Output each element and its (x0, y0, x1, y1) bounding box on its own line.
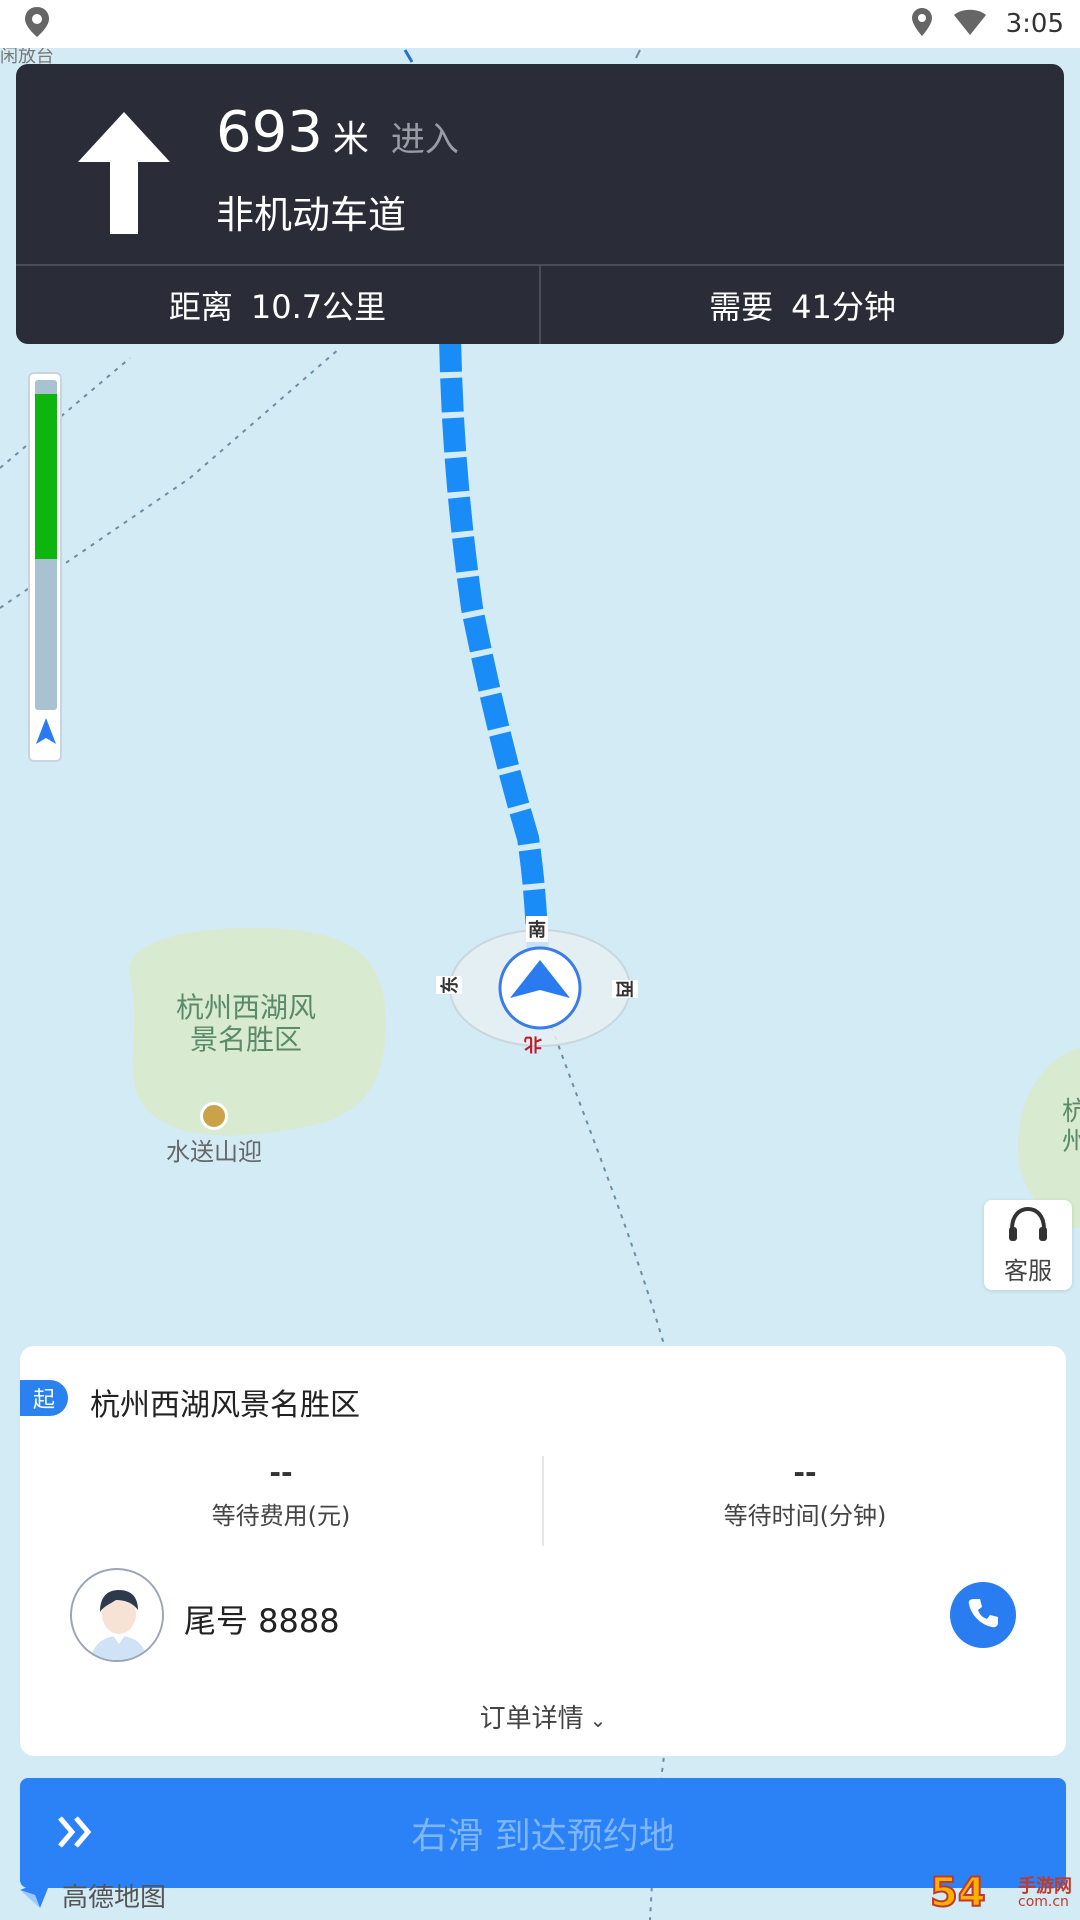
avatar (70, 1568, 164, 1662)
phone-icon (966, 1596, 1000, 1634)
compass-south-label: 北 (524, 1033, 542, 1054)
brand-name: 高德地图 (62, 1882, 167, 1913)
road-name: 非机动车道 (216, 193, 407, 237)
map-brand: 高德地图 (18, 1876, 166, 1914)
map-label-scenic-area: 杭州西湖风 景名胜区 (176, 991, 317, 1057)
map-label-edge-right: 杭 州 (1062, 1097, 1080, 1157)
location-icon (910, 6, 934, 42)
total-time: 需要 41分钟 (539, 266, 1064, 344)
customer-service-label: 客服 (1004, 1256, 1052, 1285)
wait-time-value: -- (793, 1456, 817, 1489)
wait-fee-value: -- (269, 1456, 293, 1489)
customer-service-button[interactable]: 客服 (984, 1200, 1072, 1290)
wait-time: -- 等待时间(分钟) (542, 1456, 1066, 1546)
start-location: 杭州西湖风景名胜区 (90, 1388, 360, 1423)
navigation-card: 693 米 进入 非机动车道 距离 10.7公里 需要 41分钟 (16, 64, 1064, 344)
order-card: 起 杭州西湖风景名胜区 -- 等待费用(元) -- 等待时间(分钟) 尾号 88… (20, 1346, 1066, 1756)
route-progress-bar (28, 372, 62, 762)
order-detail-toggle[interactable]: 订单详情 ⌄ (20, 1698, 1066, 1735)
start-tag: 起 (20, 1380, 68, 1416)
wait-fee-label: 等待费用(元) (211, 1502, 351, 1530)
trip-summary: 距离 10.7公里 需要 41分钟 (16, 264, 1064, 344)
plate-number: 尾号 8888 (184, 1602, 340, 1640)
total-distance-label: 距离 (168, 288, 233, 326)
total-time-value: 41分钟 (791, 288, 896, 326)
compass-east-label: 西 (612, 980, 638, 998)
arrow-up-icon (74, 108, 174, 238)
chevron-down-icon: ⌄ (589, 1708, 607, 1732)
compass-west-label: 东 (436, 976, 462, 994)
double-chevron-right-icon[interactable] (56, 1812, 96, 1852)
wait-time-label: 等待时间(分钟) (723, 1502, 887, 1530)
total-distance: 距离 10.7公里 (16, 266, 539, 344)
location-icon (22, 5, 52, 43)
route-progress-fill (35, 394, 57, 559)
slide-to-arrive-button[interactable]: 右滑 到达预约地 (20, 1778, 1066, 1888)
order-detail-label: 订单详情 (479, 1704, 584, 1734)
navigation-arrow-icon (34, 714, 58, 754)
status-bar: 3:05 (0, 0, 1080, 48)
distance-value: 693 (216, 100, 323, 165)
route-progress-track (35, 380, 57, 710)
watermark-digits: 54 (929, 1869, 987, 1917)
turn-action: 进入 (390, 120, 459, 160)
poi-icon (200, 1102, 228, 1130)
distance-unit: 米 (332, 119, 369, 160)
passenger-row: 尾号 8888 (20, 1558, 1066, 1668)
wait-info: -- 等待费用(元) -- 等待时间(分钟) (20, 1456, 1066, 1546)
total-time-label: 需要 (709, 288, 774, 326)
status-time: 3:05 (1005, 9, 1064, 39)
status-right: 3:05 (910, 6, 1064, 42)
total-distance-value: 10.7公里 (250, 288, 387, 326)
call-button[interactable] (950, 1582, 1016, 1648)
wait-fee: -- 等待费用(元) (20, 1456, 542, 1546)
wifi-icon (952, 7, 988, 41)
map-label-poi: 水送山迎 (166, 1138, 262, 1166)
compass-north-label: 南 (526, 916, 548, 942)
route-line (439, 337, 549, 979)
slide-label: 右滑 到达预约地 (411, 1816, 675, 1857)
next-turn-distance: 693 米 进入 (216, 100, 459, 165)
watermark-domain: com.cn (1018, 1894, 1069, 1910)
amap-logo-icon (18, 1876, 54, 1914)
watermark: 54 手游网 com.cn (929, 1869, 1080, 1920)
headset-icon (1006, 1205, 1050, 1249)
